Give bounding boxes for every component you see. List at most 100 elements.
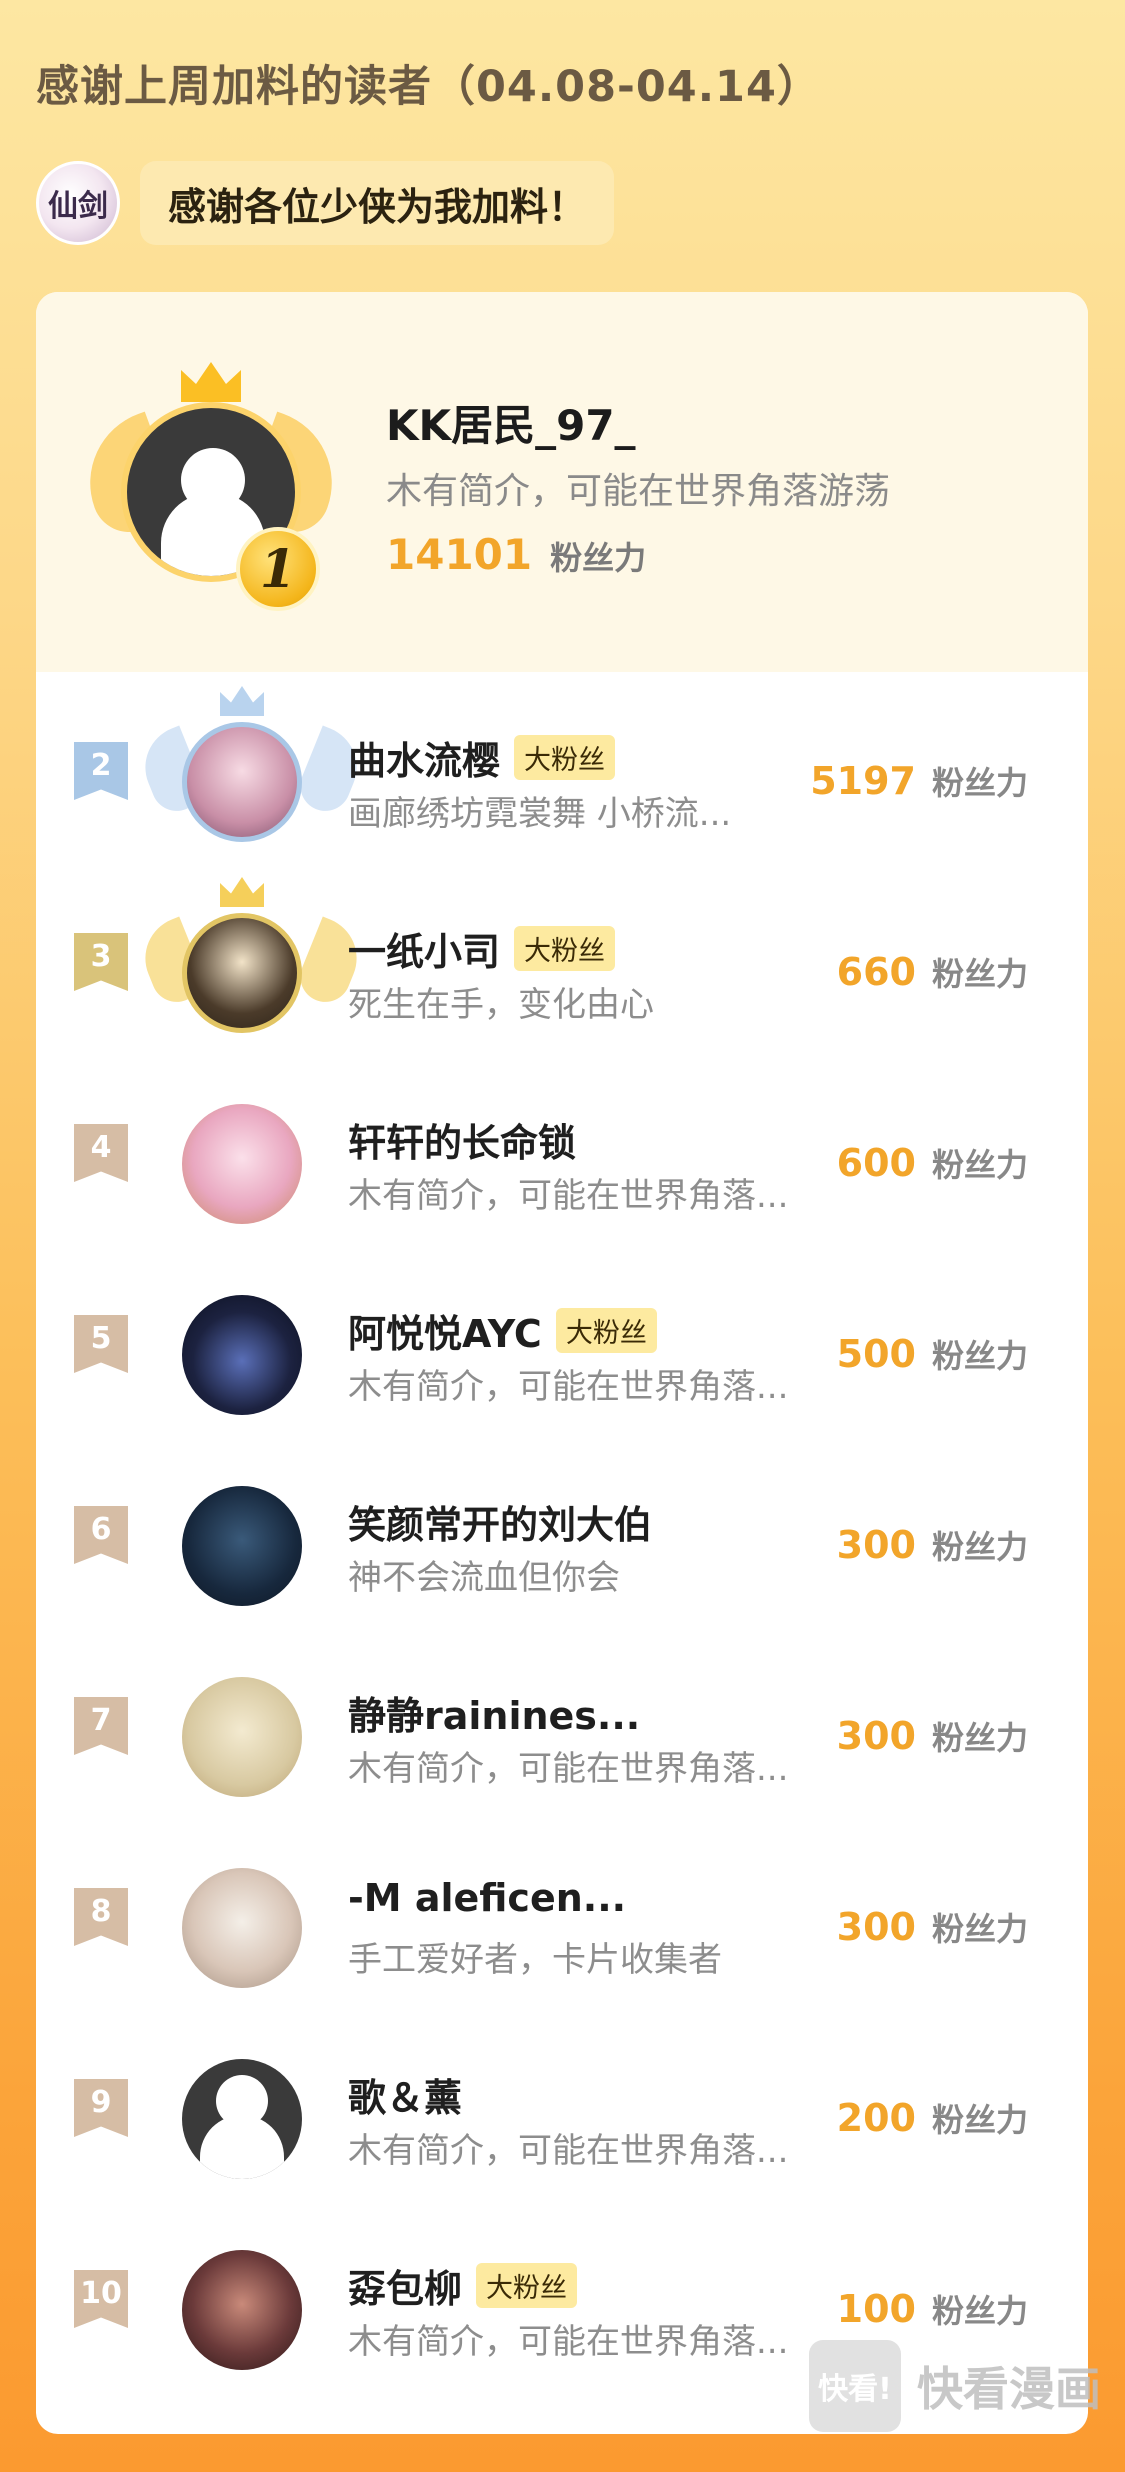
rank-badge: 3 <box>74 933 128 991</box>
score-value: 200 <box>836 2096 916 2140</box>
list-item[interactable]: 7 静静rainines... 木有简介，可能在世界角落... 300 粉丝力 <box>36 1627 1088 1819</box>
score-unit: 粉丝力 <box>931 1528 1028 1566</box>
reader-bio: 木有简介，可能在世界角落... <box>348 2131 789 2171</box>
reader-name-line: 曲水流樱 大粉丝 <box>348 730 616 785</box>
avatar[interactable] <box>182 2250 302 2370</box>
page-title: 感谢上周加料的读者（04.08-04.14） <box>36 62 821 112</box>
score-value: 300 <box>836 1523 916 1567</box>
score-unit: 粉丝力 <box>931 2292 1028 2330</box>
score-value: 500 <box>836 1332 916 1376</box>
top-reader-score: 14101 粉丝力 <box>386 530 646 579</box>
rank-badge: 6 <box>74 1506 128 1564</box>
score-unit: 粉丝力 <box>931 1910 1028 1948</box>
reader-name-line: 阿悦悦AYC 大粉丝 <box>348 1303 657 1358</box>
top-reader-avatar-frame: 1 <box>69 362 353 612</box>
reader-bio: 木有简介，可能在世界角落... <box>348 1749 789 1789</box>
reader-bio: 木有简介，可能在世界角落... <box>348 2322 789 2362</box>
reader-score: 300 粉丝力 <box>837 1713 1028 1759</box>
score-unit: 粉丝力 <box>550 539 647 577</box>
score-value: 660 <box>836 950 916 994</box>
reader-score: 5197 粉丝力 <box>810 758 1028 804</box>
reader-name-line: -M aleficen... <box>348 1876 626 1920</box>
reader-bio: 死生在手，变化由心 <box>348 985 654 1025</box>
reader-bio: 木有简介，可能在世界角落... <box>348 1367 789 1407</box>
reader-score: 300 粉丝力 <box>837 1904 1028 1950</box>
score-unit: 粉丝力 <box>931 1719 1028 1757</box>
rank-badge: 8 <box>74 1888 128 1946</box>
reader-name-line: 孬包柳 大粉丝 <box>348 2258 578 2313</box>
avatar[interactable] <box>182 1677 302 1797</box>
score-value: 300 <box>836 1714 916 1758</box>
reader-name-line: 静静rainines... <box>348 1685 640 1740</box>
avatar[interactable] <box>182 1295 302 1415</box>
reader-score: 600 粉丝力 <box>837 1140 1028 1186</box>
score-value: 14101 <box>386 530 533 579</box>
score-unit: 粉丝力 <box>931 764 1028 802</box>
list-item[interactable]: 5 阿悦悦AYC 大粉丝 木有简介，可能在世界角落... 500 粉丝力 <box>36 1245 1088 1437</box>
reader-name[interactable]: 笑颜常开的刘大伯 <box>348 1494 652 1549</box>
rank-badge: 7 <box>74 1697 128 1755</box>
watermark-logo: 快看! <box>809 2340 901 2432</box>
list-item[interactable]: 9 歌＆薰 木有简介，可能在世界角落... 200 粉丝力 <box>36 2009 1088 2201</box>
score-unit: 粉丝力 <box>931 2101 1028 2139</box>
reader-name[interactable]: 静静rainines... <box>348 1685 640 1740</box>
score-value: 5197 <box>810 759 916 803</box>
fan-badge: 大粉丝 <box>476 2263 578 2308</box>
reader-name[interactable]: 阿悦悦AYC <box>348 1303 542 1358</box>
list-item[interactable]: 8 -M aleficen... 手工爱好者，卡片收集者 300 粉丝力 <box>36 1818 1088 2010</box>
fan-badge: 大粉丝 <box>514 735 616 780</box>
avatar[interactable] <box>182 1486 302 1606</box>
rank-badge: 4 <box>74 1124 128 1182</box>
score-value: 600 <box>836 1141 916 1185</box>
score-value: 300 <box>836 1905 916 1949</box>
reader-name[interactable]: 歌＆薰 <box>348 2067 462 2122</box>
reader-bio: 画廊绣坊霓裳舞 小桥流... <box>348 794 732 834</box>
author-message-bubble: 感谢各位少侠为我加料！ <box>140 161 615 245</box>
avatar[interactable] <box>182 1868 302 1988</box>
reader-name[interactable]: 曲水流樱 <box>348 730 500 785</box>
reader-name-line: 歌＆薰 <box>348 2067 462 2122</box>
rank-badge: 5 <box>74 1315 128 1373</box>
watermark-text: 快看漫画 <box>917 2362 1101 2416</box>
score-value: 100 <box>836 2287 916 2331</box>
reader-bio: 神不会流血但你会 <box>348 1558 620 1598</box>
rank-medal-gold: 1 <box>236 527 320 611</box>
top-reader-bio: 木有简介，可能在世界角落游荡 <box>386 471 891 512</box>
top-reader-section[interactable]: 1 KK居民_97_ 木有简介，可能在世界角落游荡 14101 粉丝力 <box>36 292 1088 672</box>
reader-bio: 手工爱好者，卡片收集者 <box>348 1940 722 1980</box>
rank-badge: 10 <box>74 2270 128 2328</box>
rank-badge: 2 <box>74 742 128 800</box>
score-unit: 粉丝力 <box>931 1146 1028 1184</box>
fan-badge: 大粉丝 <box>514 926 616 971</box>
avatar[interactable] <box>182 913 302 1033</box>
author-avatar[interactable]: 仙剑 <box>36 161 120 245</box>
reader-name-line: 一纸小司 大粉丝 <box>348 921 616 976</box>
reader-name[interactable]: -M aleficen... <box>348 1876 626 1920</box>
avatar[interactable] <box>182 722 302 842</box>
reader-name[interactable]: 孬包柳 <box>348 2258 462 2313</box>
avatar[interactable] <box>182 2059 302 2179</box>
reader-name[interactable]: 一纸小司 <box>348 921 500 976</box>
ranking-card: 1 KK居民_97_ 木有简介，可能在世界角落游荡 14101 粉丝力 2 曲水… <box>36 292 1088 2434</box>
reader-score: 100 粉丝力 <box>837 2286 1028 2332</box>
fan-badge: 大粉丝 <box>555 1308 657 1353</box>
author-message-row: 仙剑 感谢各位少侠为我加料！ <box>36 160 615 246</box>
top-reader-name[interactable]: KK居民_97_ <box>386 392 636 453</box>
avatar[interactable] <box>182 1104 302 1224</box>
score-unit: 粉丝力 <box>931 955 1028 993</box>
reader-score: 500 粉丝力 <box>837 1331 1028 1377</box>
reader-score: 660 粉丝力 <box>837 949 1028 995</box>
crown-icon <box>220 686 264 716</box>
rank-badge: 9 <box>74 2079 128 2137</box>
reader-score: 300 粉丝力 <box>837 1522 1028 1568</box>
crown-icon <box>220 877 264 907</box>
list-item[interactable]: 2 曲水流樱 大粉丝 画廊绣坊霓裳舞 小桥流... 5197 粉丝力 <box>36 672 1088 864</box>
reader-name-line: 笑颜常开的刘大伯 <box>348 1494 652 1549</box>
watermark: 快看! 快看漫画 <box>809 2340 1101 2432</box>
reader-name-line: 轩轩的长命锁 <box>348 1112 576 1167</box>
crown-icon <box>181 362 241 402</box>
list-item[interactable]: 3 一纸小司 大粉丝 死生在手，变化由心 660 粉丝力 <box>36 863 1088 1055</box>
list-item[interactable]: 4 轩轩的长命锁 木有简介，可能在世界角落... 600 粉丝力 <box>36 1054 1088 1246</box>
reader-name[interactable]: 轩轩的长命锁 <box>348 1112 576 1167</box>
list-item[interactable]: 6 笑颜常开的刘大伯 神不会流血但你会 300 粉丝力 <box>36 1436 1088 1628</box>
